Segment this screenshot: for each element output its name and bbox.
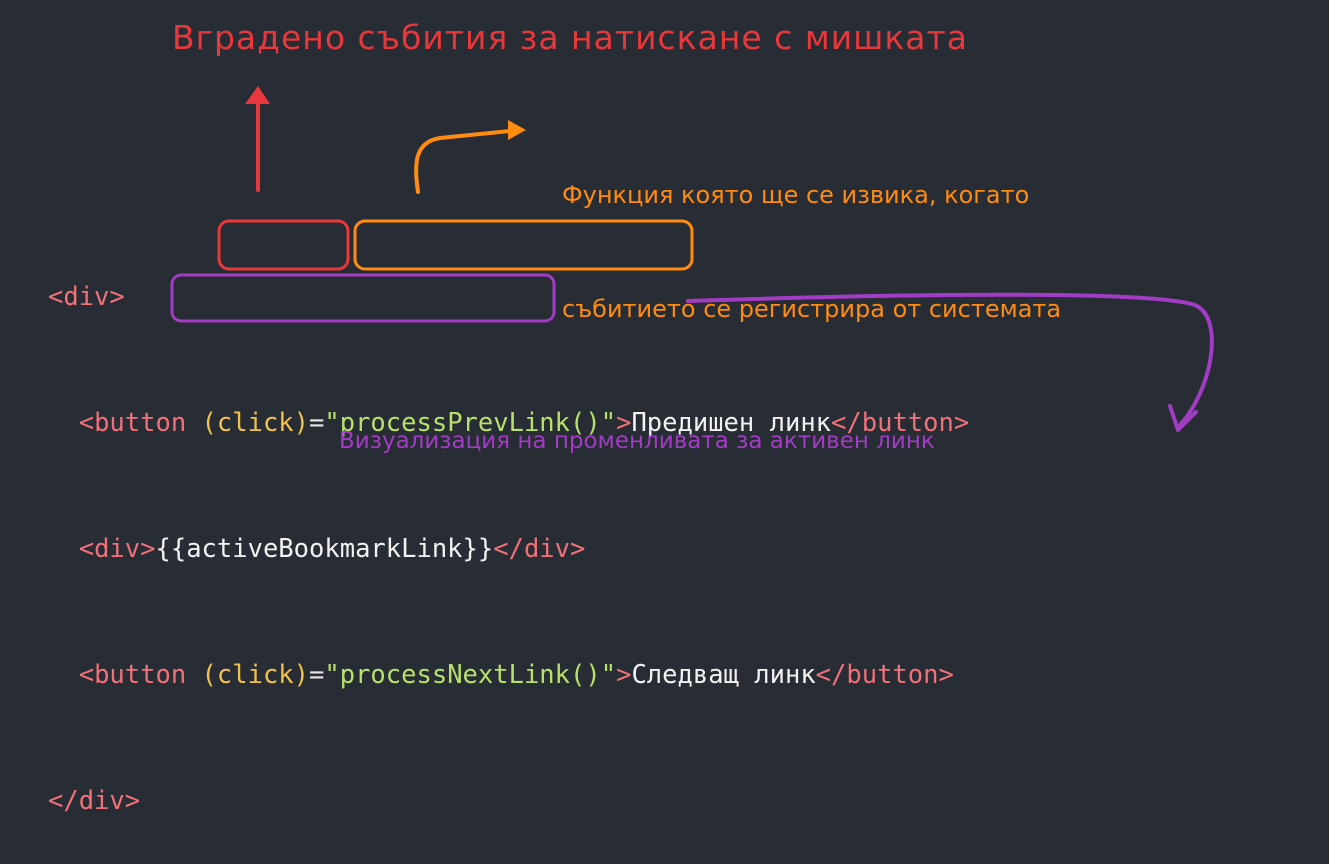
- click-attribute: (click): [201, 660, 310, 690]
- purple-arrow-shaft: [686, 292, 1214, 427]
- code-line-5: </div>: [48, 780, 969, 822]
- orange-arrow-shaft: [414, 128, 522, 194]
- annotation-overlay: [170, 86, 1214, 432]
- code-line-4: <button (click)="processNextLink()">След…: [48, 654, 969, 696]
- next-button-text: Следващ линк: [631, 660, 816, 690]
- red-arrow-head: [245, 86, 270, 104]
- next-handler-value: "processNextLink()": [324, 660, 617, 690]
- handler-highlight-box: [353, 219, 694, 271]
- button-close-tag: </button>: [815, 660, 954, 690]
- orange-arrow-head: [508, 120, 526, 140]
- interpolation-highlight-box: [170, 273, 556, 323]
- click-highlight-box: [217, 219, 350, 271]
- equals-sign: =: [309, 660, 325, 690]
- button-open-tag: <button: [78, 660, 187, 690]
- div-close-tag: </div>: [48, 786, 141, 816]
- close-bracket: >: [616, 660, 632, 690]
